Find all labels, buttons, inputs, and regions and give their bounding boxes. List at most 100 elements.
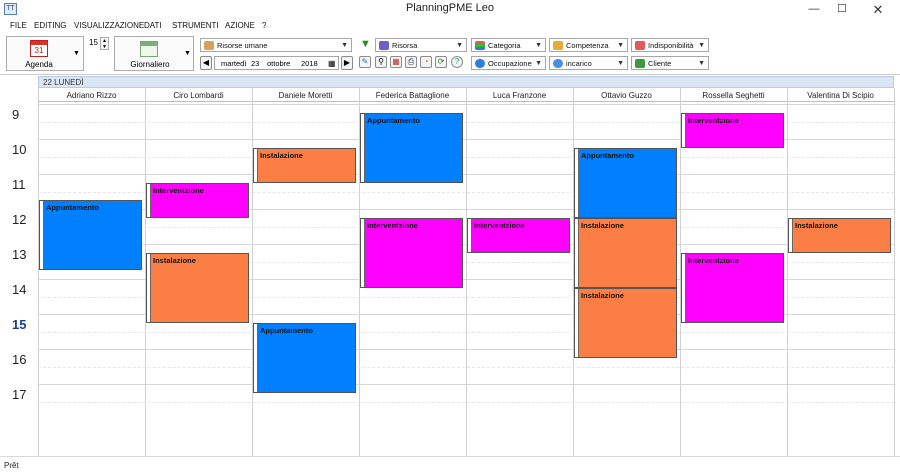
occupazione-filter[interactable]: Occupazione ▼ — [471, 56, 546, 70]
hour-line — [38, 174, 894, 175]
calendar-day: 31 — [34, 46, 44, 55]
occupazione-label: Occupazione — [488, 59, 532, 68]
appointment-label: Interventzione — [688, 256, 739, 265]
column-divider — [894, 88, 895, 456]
appointment-block[interactable]: Instalazione — [574, 218, 677, 288]
agenda-button[interactable]: 31 Agenda ▼ — [6, 36, 84, 71]
minimize-icon[interactable]: — — [800, 0, 828, 19]
chevron-down-icon: ▼ — [341, 42, 348, 49]
menu-strumenti[interactable]: STRUMENTI — [168, 20, 223, 32]
next-date-icon[interactable]: ▶ — [341, 56, 353, 70]
chevron-down-icon: ▼ — [456, 42, 463, 49]
date-month: ottobre — [267, 59, 291, 68]
view-button[interactable]: Giornaliero ▼ — [114, 36, 194, 71]
print-icon[interactable]: ⎙ — [405, 56, 417, 68]
hour-label: 10 — [12, 142, 27, 157]
menu-file[interactable]: FILE — [6, 20, 31, 32]
status-text: Prêt — [4, 461, 19, 470]
hour-label: 17 — [12, 387, 27, 402]
close-icon[interactable]: ✕ — [864, 0, 892, 19]
resource-name[interactable]: Adriano Rizzo — [38, 90, 145, 101]
title-bar: TT PlanningPME Leo — ☐ ✕ — [0, 0, 900, 19]
hour-label: 15 — [12, 317, 27, 332]
appointment-block[interactable]: Instalazione — [574, 288, 677, 358]
refresh-icon[interactable]: ⟳ — [435, 56, 447, 68]
appointment-block[interactable]: Instalazione — [253, 148, 356, 183]
competenza-filter[interactable]: Competenza ▼ — [549, 38, 628, 52]
menu-visualizzazione[interactable]: VISUALIZZAZIONE — [70, 20, 148, 32]
appointment-label: Appuntamento — [367, 116, 420, 125]
stepper-arrows-icon[interactable]: ▲ ▼ — [100, 37, 109, 50]
column-divider — [252, 88, 253, 456]
categoria-filter[interactable]: Categoria ▼ — [471, 38, 546, 52]
appointment-block[interactable]: Interventzione — [681, 253, 784, 323]
appointment-label: Interventzione — [688, 116, 739, 125]
menu-bar: FILE EDITING VISUALIZZAZIONE DATI STRUME… — [0, 19, 900, 34]
filter-icon[interactable]: ▼ — [360, 39, 371, 50]
categoria-label: Categoria — [488, 41, 521, 50]
appointment-block[interactable]: Instalazione — [146, 253, 249, 323]
resource-name[interactable]: Rossella Seghetti — [680, 90, 787, 101]
resource-type-select[interactable]: Risorse umane ▼ — [200, 38, 352, 52]
appointment-label: Interventzione — [153, 186, 204, 195]
day-header-label: 22 LUNEDÌ — [43, 78, 84, 87]
status-bar: Prêt — [0, 456, 900, 474]
appointment-label: Interventzione — [367, 221, 418, 230]
calendar-icon: 31 — [30, 40, 48, 57]
zoom-stepper[interactable]: 15 ▲ ▼ — [88, 37, 110, 51]
resource-name[interactable]: Federica Battaglione — [359, 90, 466, 101]
resource-name[interactable]: Valentina Di Scipio — [787, 90, 894, 101]
risorsa-filter[interactable]: Risorsa ▼ — [375, 38, 467, 52]
hour-label: 11 — [12, 177, 26, 192]
date-day: 23 — [251, 59, 260, 68]
appointment-block[interactable]: Appuntamento — [360, 113, 463, 183]
hour-label: 16 — [12, 352, 27, 367]
half-hour-line — [38, 332, 894, 333]
maximize-icon[interactable]: ☐ — [828, 0, 856, 19]
appointment-block[interactable]: Interventzione — [467, 218, 570, 253]
people-icon — [379, 41, 389, 50]
chevron-down-icon: ▼ — [184, 50, 191, 57]
edit-icon[interactable]: ✎ — [359, 56, 371, 68]
cliente-filter[interactable]: Cliente ▼ — [631, 56, 709, 70]
appointment-block[interactable]: Appuntamento — [253, 323, 356, 393]
chevron-down-icon: ▼ — [698, 60, 705, 67]
appointment-label: Instalazione — [260, 151, 303, 160]
column-divider — [787, 88, 788, 456]
toolbar: 31 Agenda ▼ 15 ▲ ▼ Giornaliero ▼ Risorse … — [0, 34, 900, 74]
incarico-filter[interactable]: incarico ▼ — [549, 56, 628, 70]
appointment-block[interactable]: Interventzione — [360, 218, 463, 288]
date-weekday: martedì — [221, 59, 247, 68]
column-divider — [38, 88, 39, 456]
resource-type-label: Risorse umane — [217, 41, 268, 50]
menu-help[interactable]: ? — [258, 20, 270, 32]
hour-label: 13 — [12, 247, 27, 262]
zoom-value: 15 — [89, 38, 98, 47]
resource-name[interactable]: Ottavio Guzzo — [573, 90, 680, 101]
appointment-block[interactable]: Interventzione — [146, 183, 249, 218]
search-icon[interactable]: ⚲ — [375, 56, 387, 68]
calendar-dropdown-icon[interactable]: ▦ — [328, 58, 336, 69]
half-hour-line — [38, 227, 894, 228]
menu-dati[interactable]: DATI — [140, 20, 166, 32]
indisponibilita-filter[interactable]: Indisponibilità ▼ — [631, 38, 709, 52]
resource-name[interactable]: Ciro Lombardi — [145, 90, 252, 101]
appointment-block[interactable]: Appuntamento — [574, 148, 677, 218]
chevron-down-icon: ▼ — [73, 50, 80, 57]
appointment-label: Appuntamento — [581, 151, 634, 160]
resource-name[interactable]: Luca Franzone — [466, 90, 573, 101]
help-icon[interactable]: ? — [451, 56, 463, 68]
agenda-label: Agenda — [25, 60, 53, 69]
appointment-block[interactable]: Interventzione — [681, 113, 784, 148]
prev-date-icon[interactable]: ◀ — [200, 56, 212, 70]
appointment-label: Instalazione — [581, 291, 624, 300]
pie-chart-icon[interactable]: ◔ — [420, 56, 432, 68]
menu-editing[interactable]: EDITING — [30, 20, 70, 32]
menu-azione[interactable]: AZIONE — [221, 20, 259, 32]
calendar-add-icon[interactable]: ▦ — [390, 56, 402, 68]
resource-name[interactable]: Daniele Moretti — [252, 90, 359, 101]
appointment-block[interactable]: Appuntamento — [39, 200, 142, 270]
appointment-block[interactable]: Instalazione — [788, 218, 891, 253]
incarico-label: incarico — [566, 59, 592, 68]
date-picker[interactable]: martedì 23 ottobre 2018 ▦ — [214, 56, 339, 70]
